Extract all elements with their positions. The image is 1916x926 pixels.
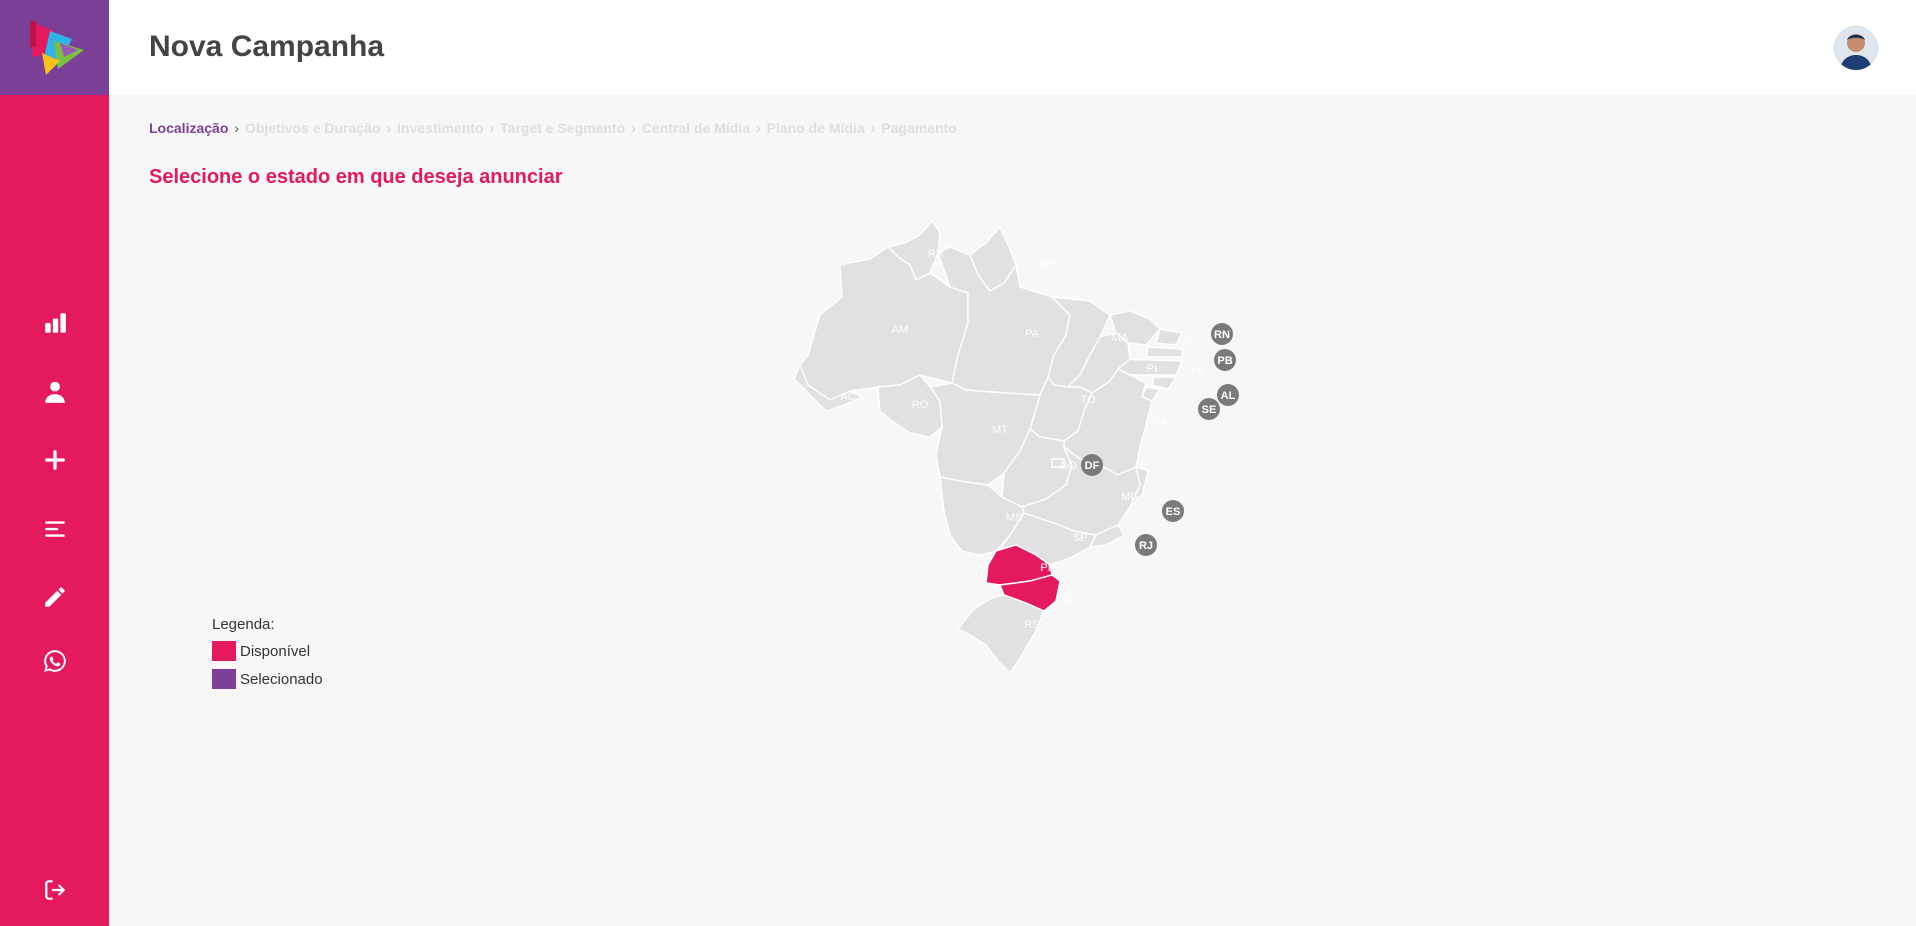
pin-se[interactable]: SE [1198, 398, 1220, 420]
label-mg: MG [1121, 491, 1139, 503]
legend-item-available: Disponível [212, 641, 323, 661]
avatar[interactable] [1834, 26, 1878, 70]
label-ms: MS [1006, 512, 1023, 524]
label-mt: MT [992, 424, 1008, 436]
pin-rj[interactable]: RJ [1135, 534, 1157, 556]
svg-text:RJ: RJ [1139, 540, 1153, 552]
label-ce: CE [1178, 334, 1193, 346]
pin-df[interactable]: DF [1081, 454, 1103, 476]
chevron-right-icon: › [386, 120, 392, 136]
pencil-icon [44, 587, 65, 607]
label-pi: PI [1147, 363, 1157, 375]
chevron-right-icon: › [489, 120, 495, 136]
svg-text:PB: PB [1217, 355, 1232, 367]
bar-chart-icon [44, 313, 66, 333]
label-sc: SC [1060, 593, 1075, 605]
step-central-midia: Central de Mídia [641, 120, 750, 136]
legend-label-selected: Selecionado [240, 670, 323, 688]
label-ap: AP [1039, 258, 1054, 270]
step-target: Target e Segmento [500, 120, 626, 136]
sidebar-item-new-campaign[interactable] [0, 438, 109, 482]
label-rr: RR [928, 248, 944, 260]
sidebar-item-profile[interactable] [0, 370, 109, 414]
label-pr: PR [1040, 562, 1055, 574]
pin-al[interactable]: AL [1217, 384, 1239, 406]
chevron-right-icon: › [755, 120, 761, 136]
step-objetivos: Objetivos e Duração [245, 120, 381, 136]
page-title: Nova Campanha [149, 30, 385, 63]
sidebar-item-list[interactable] [0, 507, 109, 551]
legend-title: Legenda: [212, 616, 275, 633]
pin-rn[interactable]: RN [1211, 323, 1233, 345]
legend-swatch-available [212, 641, 236, 661]
logo-icon [29, 20, 84, 75]
label-sp: SP [1073, 532, 1088, 544]
label-rs: RS [1024, 619, 1039, 631]
breadcrumb: Localização › Objetivos e Duração › Inve… [149, 120, 957, 136]
label-ro: RO [912, 399, 929, 411]
legend-label-available: Disponível [240, 642, 311, 660]
svg-text:RN: RN [1214, 329, 1230, 341]
step-plano-midia: Plano de Mídia [766, 120, 865, 136]
step-localizacao[interactable]: Localização [149, 120, 228, 136]
svg-text:ES: ES [1166, 506, 1181, 518]
state-al[interactable] [1151, 376, 1178, 390]
label-pa: PA [1025, 328, 1040, 340]
label-ac: AC [840, 391, 855, 403]
whatsapp-icon [43, 650, 66, 672]
chevron-right-icon: › [870, 120, 876, 136]
plus-icon [44, 450, 65, 470]
svg-text:SE: SE [1202, 404, 1217, 416]
logout-icon [44, 880, 65, 900]
logo[interactable] [0, 0, 109, 95]
sidebar-item-whatsapp[interactable] [0, 639, 109, 683]
svg-text:DF: DF [1085, 460, 1100, 472]
label-am: AM [892, 324, 909, 336]
chevron-right-icon: › [234, 120, 240, 136]
sidebar-item-dashboard[interactable] [0, 301, 109, 345]
chevron-right-icon: › [631, 120, 636, 136]
pin-es[interactable]: ES [1162, 500, 1184, 522]
state-pb[interactable] [1145, 346, 1183, 358]
sidebar-item-logout[interactable] [0, 868, 109, 912]
user-avatar-icon [1834, 26, 1878, 70]
pin-pb[interactable]: PB [1214, 349, 1236, 371]
label-ma: MA [1112, 332, 1129, 344]
legend-item-selected: Selecionado [212, 669, 323, 689]
label-go: GO [1059, 460, 1077, 472]
legend: Legenda: Disponível Selecionado [212, 616, 323, 697]
label-ba: BA [1153, 416, 1168, 428]
user-icon [44, 381, 65, 403]
label-pe: PE [1191, 366, 1206, 378]
step-investimento: Investimento [397, 120, 484, 136]
header: Nova Campanha [109, 0, 1916, 95]
state-rs[interactable] [956, 594, 1045, 675]
section-title: Selecione o estado em que deseja anuncia… [149, 166, 563, 188]
sidebar [0, 0, 109, 926]
list-icon [44, 521, 65, 537]
sidebar-item-edit[interactable] [0, 575, 109, 619]
brazil-map: RR AP AM PA MA CE PI PE AC RO TO MT BA G… [793, 219, 1239, 675]
legend-swatch-selected [212, 669, 236, 689]
state-am[interactable] [799, 246, 969, 401]
step-pagamento: Pagamento [881, 120, 957, 136]
svg-text:AL: AL [1221, 390, 1236, 402]
label-to: TO [1080, 394, 1096, 406]
